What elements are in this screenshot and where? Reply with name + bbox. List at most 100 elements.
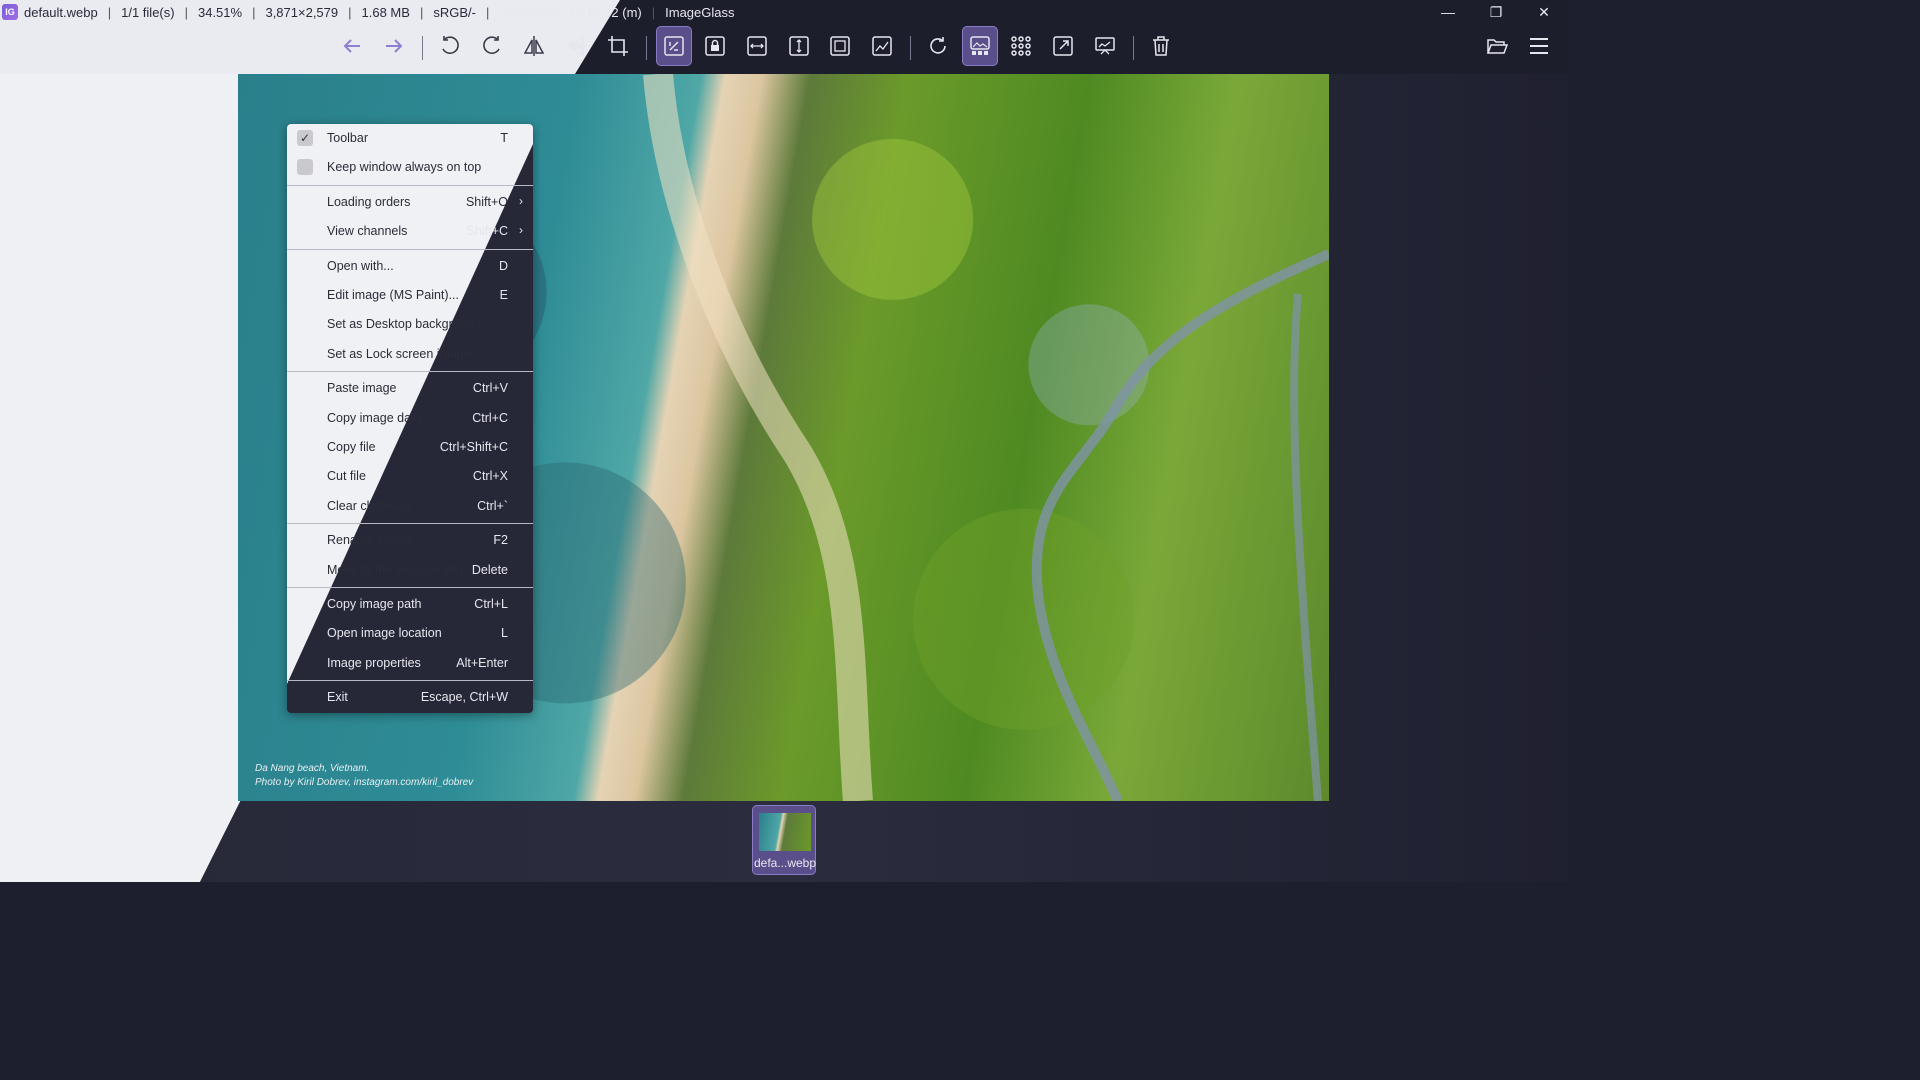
menu-item-edit-image-ms-paint[interactable]: Edit image (MS Paint)... E (287, 281, 533, 310)
toolbar-separator (910, 36, 911, 60)
caption-credit: Photo by Kiril Dobrev, instagram.com/kir… (255, 777, 474, 788)
scale-width-icon[interactable] (739, 26, 775, 66)
slideshow-icon[interactable] (1087, 26, 1123, 66)
menu-item-shortcut: Ctrl+` (477, 498, 508, 513)
menu-item-shortcut: Shift+O (465, 194, 508, 209)
back-icon[interactable] (334, 26, 370, 66)
menu-item-label: Paste image (327, 381, 397, 396)
minimize-button[interactable]: — (1424, 0, 1472, 24)
file-count: 1/1 file(s) (121, 4, 175, 20)
close-button[interactable]: ✕ (1520, 0, 1568, 24)
menu-item-label: Cut file (327, 469, 366, 484)
crop-icon[interactable] (600, 26, 636, 66)
menu-separator (287, 680, 533, 682)
menu-item-shortcut: Escape, Ctrl+W (420, 690, 508, 705)
menu-separator (287, 184, 533, 186)
rotate-left-icon[interactable] (432, 26, 468, 66)
menu-item-clear-clipboard[interactable]: Clear clipboard Ctrl+` (287, 492, 533, 521)
menu-item-label: Set as Lock screen image (327, 346, 471, 361)
main-menu-icon[interactable] (1521, 26, 1557, 66)
title-separator: | (651, 4, 656, 20)
menu-item-label: View channels (327, 224, 408, 239)
submenu-chevron-icon: › (519, 223, 523, 238)
menu-item-shortcut: Shift+C (466, 224, 508, 239)
title-separator: | (184, 4, 188, 20)
toolbar-separator (422, 36, 423, 60)
scale-height-icon[interactable] (781, 26, 817, 66)
open-folder-icon[interactable] (1479, 26, 1515, 66)
menu-item-set-as-desktop-background[interactable]: Set as Desktop background (287, 310, 533, 339)
fullscreen-icon[interactable] (1045, 26, 1081, 66)
menu-item-toolbar[interactable]: ✓ Toolbar T (287, 124, 533, 153)
lock-zoom-icon[interactable] (697, 26, 733, 66)
title-separator: | (348, 4, 352, 20)
title-separator: | (485, 4, 490, 20)
menu-item-label: Clear clipboard (327, 498, 412, 513)
menu-item-paste-image[interactable]: Paste image Ctrl+V (287, 374, 533, 403)
menu-item-shortcut: F2 (493, 533, 508, 548)
checkbox-checked-icon[interactable]: ✓ (297, 130, 313, 146)
auto-zoom-icon[interactable] (656, 26, 692, 66)
menu-separator (287, 523, 533, 525)
menu-item-copy-image-path[interactable]: Copy image path Ctrl+L (287, 590, 533, 619)
forward-icon[interactable] (376, 26, 412, 66)
image-dimensions: 3,871×2,579 (265, 4, 339, 20)
menu-item-keep-window-always-on-top[interactable]: Keep window always on top (287, 153, 533, 182)
refresh-icon[interactable] (920, 26, 956, 66)
title-separator: | (419, 4, 424, 20)
flip-vertical-icon[interactable] (558, 26, 594, 66)
delete-icon[interactable] (1143, 26, 1179, 66)
file-size: 1.68 MB (361, 4, 410, 20)
menu-item-label: Edit image (MS Paint)... (327, 288, 459, 302)
context-menu: ✓ Toolbar T Keep window always on top Loadin… (287, 124, 533, 713)
thumbnail-grid-icon[interactable] (1003, 26, 1039, 66)
checkbox-unchecked-icon[interactable] (297, 159, 313, 176)
menu-item-view-channels[interactable]: View channels Shift+C › (287, 217, 533, 246)
menu-item-copy-image-data[interactable]: Copy image data Ctrl+C (287, 404, 533, 433)
menu-item-set-as-lock-screen-image[interactable]: Set as Lock screen image (287, 340, 533, 369)
thumbnail-label: defa...webp (753, 856, 817, 870)
title-bar: IG default.webp | 1/1 file(s) | 34.51% |… (0, 0, 1568, 24)
menu-item-rename-image[interactable]: Rename image... F2 (287, 526, 533, 555)
menu-item-label: Copy image path (327, 597, 422, 611)
menu-item-shortcut: E (499, 288, 508, 302)
menu-item-shortcut: Delete (471, 562, 508, 577)
menu-item-label: Copy image data (327, 410, 422, 425)
menu-item-open-image-location[interactable]: Open image location L (287, 619, 533, 648)
menu-separator (287, 587, 533, 588)
menu-item-shortcut: D (498, 258, 508, 273)
color-profile: sRGB/- (433, 4, 476, 20)
menu-item-shortcut: Ctrl+V (472, 381, 508, 396)
menu-item-shortcut: Ctrl+Shift+C (439, 440, 508, 454)
window-controls: — ❐ ✕ (1424, 0, 1568, 24)
zoom-level: 34.51% (197, 4, 243, 20)
menu-item-copy-file[interactable]: Copy file Ctrl+Shift+C (287, 433, 533, 462)
imageglass-logo-icon: IG (2, 4, 18, 20)
menu-item-label: Set as Desktop background (327, 317, 481, 332)
scale-to-fit-icon[interactable] (822, 26, 858, 66)
menu-item-loading-orders[interactable]: Loading orders Shift+O › (287, 188, 533, 217)
menu-item-move-to-the-recycle-bin[interactable]: Move to the Recycle Bin Delete (287, 556, 533, 585)
rotate-right-icon[interactable] (474, 26, 510, 66)
thumbnail-image (759, 813, 811, 851)
flip-horizontal-icon[interactable] (516, 26, 552, 66)
menu-item-label: Rename image... (327, 533, 423, 548)
scale-to-fill-icon[interactable] (864, 26, 900, 66)
menu-separator (287, 371, 533, 373)
menu-item-shortcut: Ctrl+C (472, 410, 508, 425)
thumbnail-item[interactable]: defa...webp (752, 805, 816, 875)
menu-item-cut-file[interactable]: Cut file Ctrl+X (287, 462, 533, 491)
restore-button[interactable]: ❐ (1472, 0, 1520, 24)
menu-item-image-properties[interactable]: Image properties Alt+Enter (287, 649, 533, 678)
gallery-toggle-icon[interactable] (962, 26, 998, 66)
app-name: ImageGlass (665, 4, 735, 20)
menu-item-exit[interactable]: Exit Escape, Ctrl+W (287, 683, 533, 712)
main-toolbar (0, 26, 1568, 70)
modified-date: 2024/02/02 19:18:32 (m) (499, 4, 642, 20)
submenu-chevron-icon: › (519, 193, 523, 208)
menu-item-label: Toolbar (327, 131, 368, 145)
menu-item-label: Move to the Recycle Bin (327, 562, 462, 577)
menu-item-label: Loading orders (327, 194, 411, 209)
menu-item-open-with[interactable]: Open with... D (287, 252, 533, 281)
menu-item-shortcut: L (501, 626, 508, 641)
